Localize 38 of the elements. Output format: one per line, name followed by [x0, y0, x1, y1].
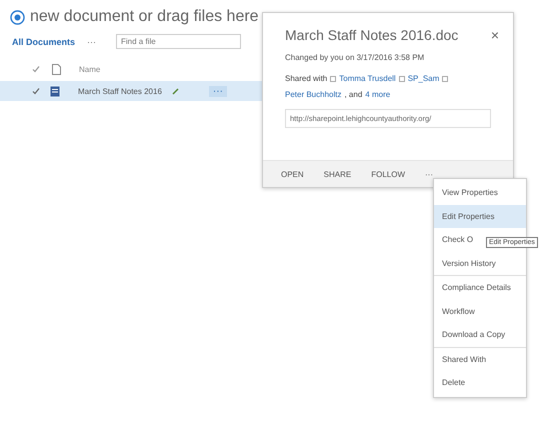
- more-button[interactable]: ···: [208, 86, 227, 96]
- menu-item[interactable]: View Properties: [434, 181, 526, 204]
- checkmark-icon[interactable]: [32, 65, 40, 73]
- action-link[interactable]: OPEN: [281, 170, 304, 178]
- menu-item[interactable]: Download a Copy: [434, 323, 526, 348]
- checkmark-icon[interactable]: [32, 87, 40, 95]
- more-people-link[interactable]: 4 more: [365, 88, 390, 101]
- view-tab[interactable]: All Documents: [12, 36, 76, 46]
- word-document-icon: [50, 86, 60, 96]
- close-button[interactable]: ×: [490, 27, 499, 43]
- add-icon[interactable]: [10, 10, 25, 24]
- shared-label: Shared with: [285, 73, 328, 85]
- table-row[interactable]: March Staff Notes 2016 ···: [0, 81, 262, 101]
- person-link[interactable]: SP_Sam: [408, 72, 440, 85]
- action-link[interactable]: FOLLOW: [371, 170, 406, 178]
- person-link[interactable]: Peter Buchholtz: [285, 88, 342, 101]
- document-icon: [52, 64, 61, 74]
- more-views-button[interactable]: ···: [87, 36, 96, 46]
- action-link[interactable]: SHARE: [324, 170, 352, 178]
- menu-item[interactable]: Compliance Details: [434, 276, 526, 300]
- callout-title: March Staff Notes 2016.doc: [285, 27, 458, 43]
- more-actions-button[interactable]: ···: [425, 170, 434, 178]
- presence-icon: [330, 76, 336, 82]
- menu-item[interactable]: Workflow: [434, 300, 526, 323]
- presence-icon: [398, 76, 405, 82]
- person-link[interactable]: Tomma Trusdell: [339, 72, 396, 85]
- search-field[interactable]: Find a file: [116, 34, 242, 49]
- menu-item[interactable]: Delete: [434, 371, 526, 394]
- column-header[interactable]: Name: [79, 64, 100, 74]
- presence-icon: [442, 76, 448, 82]
- pencil-icon: [172, 88, 179, 94]
- upload-link[interactable]: new document or drag files here: [30, 8, 259, 26]
- file-name[interactable]: March Staff Notes 2016: [78, 86, 162, 96]
- changed-text: Changed by you on 3/17/2016 3:58 PM: [284, 52, 426, 62]
- and-text: , and: [344, 89, 362, 101]
- menu-item[interactable]: Shared With: [434, 348, 526, 371]
- menu-item[interactable]: Version History: [434, 252, 526, 276]
- menu-item[interactable]: Edit Properties: [434, 204, 526, 228]
